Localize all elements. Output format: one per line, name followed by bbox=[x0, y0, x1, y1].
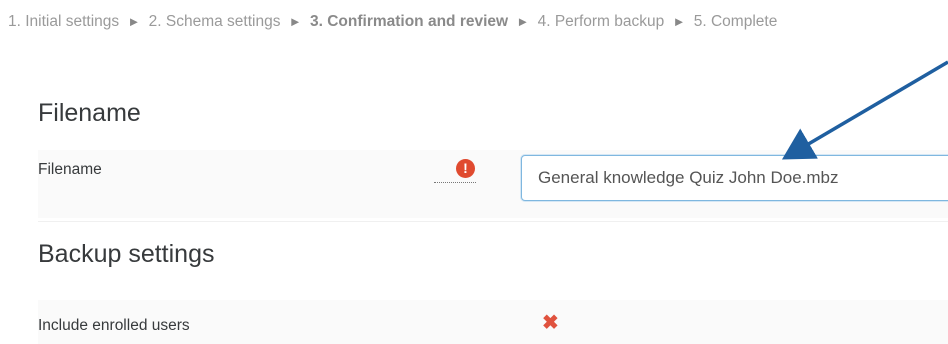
annotation-arrow-icon bbox=[781, 60, 948, 160]
